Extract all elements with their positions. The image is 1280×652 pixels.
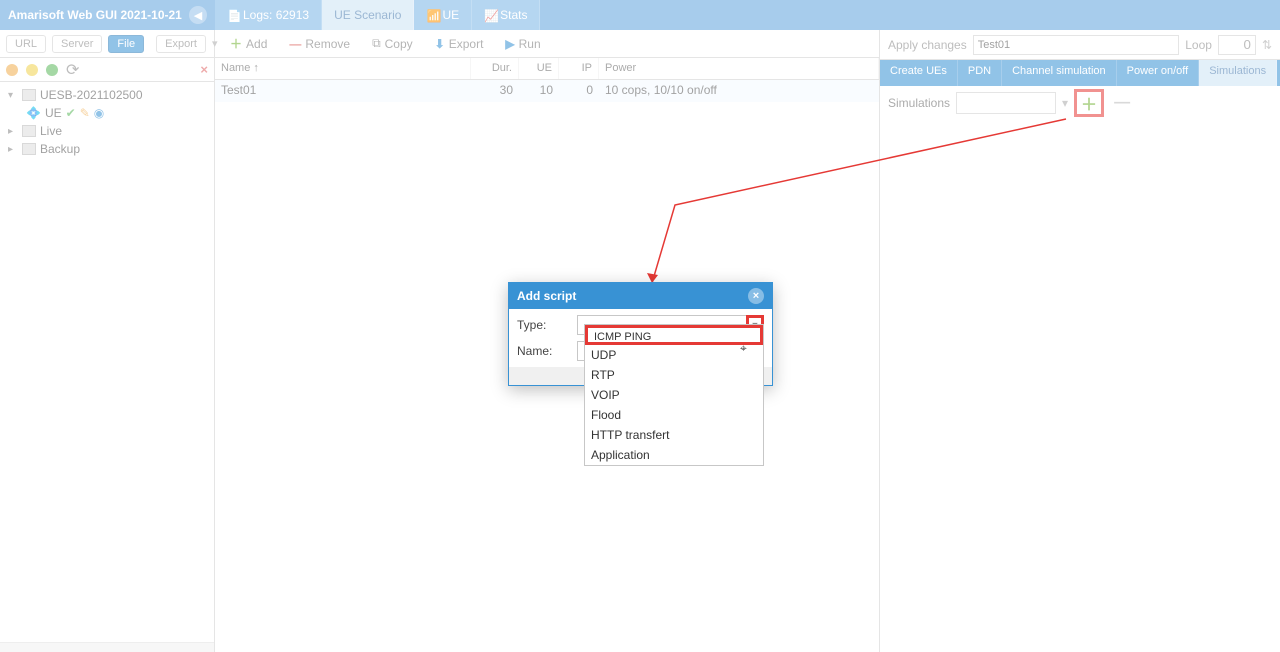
option-rtp[interactable]: RTP bbox=[585, 365, 763, 385]
folder-icon bbox=[22, 125, 36, 137]
table-row[interactable]: Test01 30 10 0 10 cops, 10/10 on/off bbox=[215, 80, 879, 102]
option-voip[interactable]: VOIP bbox=[585, 385, 763, 405]
simulation-select[interactable] bbox=[956, 92, 1056, 114]
sim-icon: 📶 bbox=[426, 9, 438, 21]
simulations-row: Simulations ▾ ＋ — bbox=[880, 86, 1280, 120]
minus-icon: — bbox=[289, 37, 301, 51]
col-power[interactable]: Power bbox=[599, 58, 879, 79]
tab-ue[interactable]: 📶UE bbox=[414, 0, 472, 30]
col-name[interactable]: Name ↑ bbox=[215, 58, 471, 79]
ok-icon: ✔ bbox=[66, 106, 76, 120]
dialog-title: Add script bbox=[517, 289, 576, 303]
simulations-label: Simulations bbox=[888, 96, 950, 110]
tab-pdn[interactable]: PDN bbox=[958, 60, 1002, 86]
apply-changes-button[interactable]: Apply changes bbox=[888, 38, 967, 52]
right-panel: Apply changes Loop ⇅ Create UEs PDN Chan… bbox=[880, 30, 1280, 652]
url-button[interactable]: URL bbox=[6, 35, 46, 53]
cursor-icon: ⌖ bbox=[740, 341, 747, 356]
export-button[interactable]: Export bbox=[156, 35, 206, 53]
col-ip[interactable]: IP bbox=[559, 58, 599, 79]
copy-icon: ⧉ bbox=[372, 36, 381, 51]
right-tabbar: Create UEs PDN Channel simulation Power … bbox=[880, 60, 1280, 86]
add-button[interactable]: ＋Add bbox=[221, 32, 276, 55]
titlebar-collapse-icon[interactable]: ◀ bbox=[189, 6, 207, 24]
file-tree: ▾UESB-2021102500 💠UE ✔ ✎ ◉ ▸Live ▸Backup bbox=[0, 82, 214, 652]
option-icmp-ping[interactable]: ICMP PING bbox=[585, 325, 763, 345]
chart-icon: 📈 bbox=[484, 9, 496, 21]
col-dur[interactable]: Dur. bbox=[471, 58, 519, 79]
copy-button[interactable]: ⧉Copy bbox=[363, 33, 422, 54]
status-dot-1[interactable] bbox=[6, 64, 18, 76]
close-icon[interactable]: × bbox=[748, 288, 764, 304]
folder-icon bbox=[22, 143, 36, 155]
tree-root[interactable]: ▾UESB-2021102500 bbox=[4, 86, 210, 104]
left-statusbar bbox=[0, 642, 214, 652]
export-scenario-button[interactable]: ⬇Export bbox=[426, 34, 493, 54]
tab-channel-sim[interactable]: Channel simulation bbox=[1002, 60, 1117, 86]
type-dropdown-list: ICMP PING UDP RTP VOIP Flood HTTP transf… bbox=[584, 324, 764, 466]
tab-power[interactable]: Power on/off bbox=[1117, 60, 1200, 86]
tab-simulations[interactable]: Simulations bbox=[1199, 60, 1277, 86]
edit-icon[interactable]: ✎ bbox=[80, 106, 90, 120]
loop-label: Loop bbox=[1185, 38, 1212, 52]
tab-create-ues[interactable]: Create UEs bbox=[880, 60, 958, 86]
plus-icon: ＋ bbox=[230, 35, 242, 52]
left-iconbar: ⟳ × bbox=[0, 58, 214, 82]
add-simulation-button[interactable]: ＋ bbox=[1074, 89, 1104, 117]
col-ue[interactable]: UE bbox=[519, 58, 559, 79]
tab-logs[interactable]: 📄Logs: 62913 bbox=[215, 0, 322, 30]
file-button[interactable]: File bbox=[108, 35, 144, 53]
grid-header: Name ↑ Dur. UE IP Power bbox=[215, 58, 879, 80]
tab-stats[interactable]: 📈Stats bbox=[472, 0, 540, 30]
tree-backup[interactable]: ▸Backup bbox=[4, 140, 210, 158]
loop-input[interactable] bbox=[1218, 35, 1256, 55]
folder-icon bbox=[22, 89, 36, 101]
server-button[interactable]: Server bbox=[52, 35, 102, 53]
tab-ue-scenario[interactable]: UE Scenario bbox=[322, 0, 414, 30]
download-icon: ⬇ bbox=[435, 37, 445, 51]
sim-dropdown-icon[interactable]: ▾ bbox=[1062, 96, 1068, 110]
scenario-select[interactable] bbox=[973, 35, 1180, 55]
play-icon: ▶ bbox=[505, 37, 514, 51]
tree-live[interactable]: ▸Live bbox=[4, 122, 210, 140]
sim-card-icon: 💠 bbox=[26, 106, 41, 120]
option-flood[interactable]: Flood bbox=[585, 405, 763, 425]
option-http[interactable]: HTTP transfert bbox=[585, 425, 763, 445]
remove-simulation-button[interactable]: — bbox=[1114, 94, 1130, 112]
file-icon: 📄 bbox=[227, 9, 239, 21]
status-dot-3[interactable] bbox=[46, 64, 58, 76]
option-udp[interactable]: UDP bbox=[585, 345, 763, 365]
tree-ue[interactable]: 💠UE ✔ ✎ ◉ bbox=[4, 104, 210, 122]
stop-icon[interactable]: ◉ bbox=[94, 106, 104, 120]
name-label: Name: bbox=[517, 344, 577, 358]
run-button[interactable]: ▶Run bbox=[496, 34, 549, 54]
option-application[interactable]: Application bbox=[585, 445, 763, 465]
remove-button[interactable]: —Remove bbox=[280, 34, 359, 54]
plus-icon: ＋ bbox=[1081, 91, 1097, 115]
status-dot-2[interactable] bbox=[26, 64, 38, 76]
left-toolbar: URL Server File Export ▾ bbox=[0, 30, 214, 58]
center-toolbar: ＋Add —Remove ⧉Copy ⬇Export ▶Run bbox=[215, 30, 879, 58]
spinner-icon[interactable]: ⇅ bbox=[1262, 38, 1272, 52]
app-titlebar: Amarisoft Web GUI 2021-10-21 ◀ bbox=[0, 0, 215, 30]
export-menu-icon[interactable]: ▾ bbox=[212, 37, 218, 50]
clear-icon[interactable]: × bbox=[200, 62, 208, 77]
apply-row: Apply changes Loop ⇅ bbox=[880, 30, 1280, 60]
refresh-icon[interactable]: ⟳ bbox=[66, 60, 79, 80]
dialog-titlebar[interactable]: Add script × bbox=[509, 283, 772, 309]
app-title: Amarisoft Web GUI 2021-10-21 bbox=[8, 8, 189, 22]
left-panel: URL Server File Export ▾ ⟳ × ▾UESB-20211… bbox=[0, 30, 215, 652]
type-label: Type: bbox=[517, 318, 577, 332]
main-tabbar: 📄Logs: 62913 UE Scenario 📶UE 📈Stats bbox=[215, 0, 1280, 30]
